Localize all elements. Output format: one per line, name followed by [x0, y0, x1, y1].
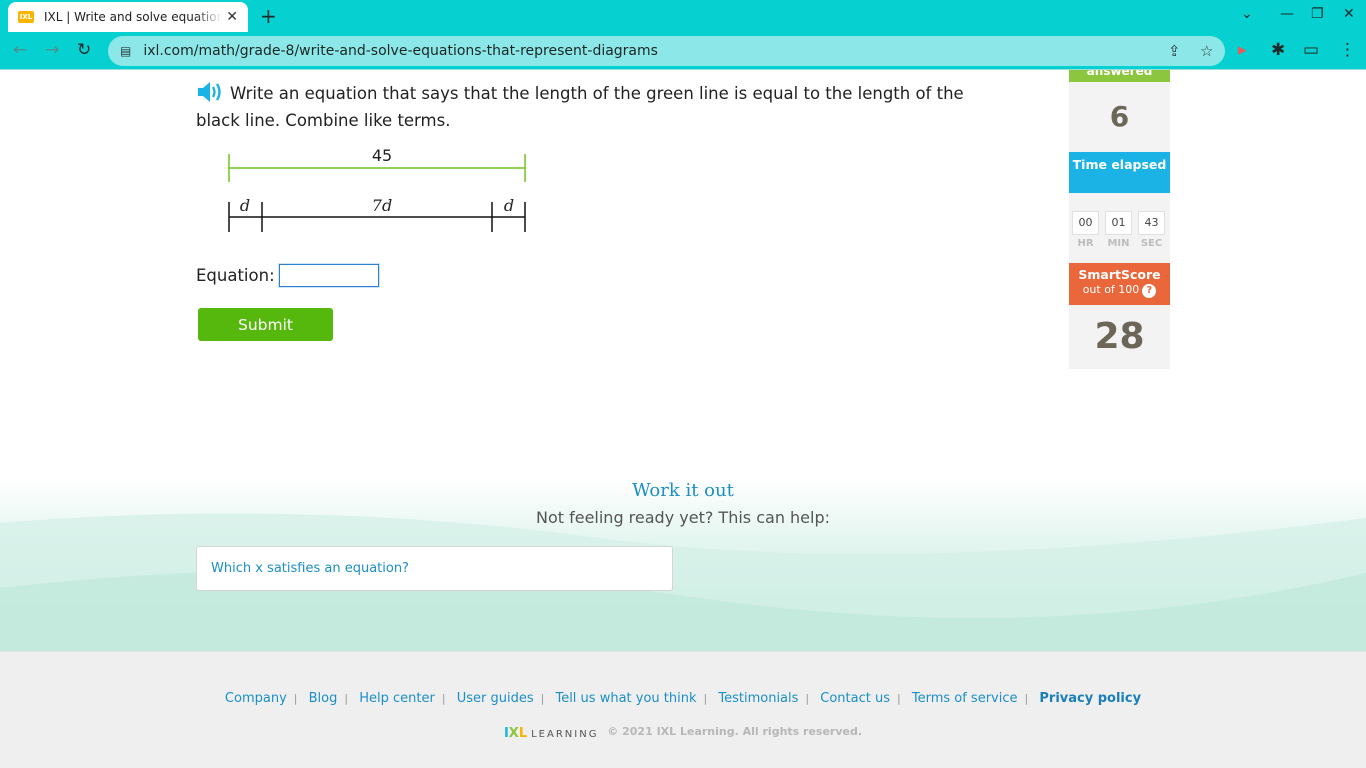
smartscore-title: SmartScore: [1078, 267, 1161, 282]
footer-link-testimonials[interactable]: Testimonials: [718, 691, 798, 706]
logo-learning-text: LEARNING: [531, 729, 599, 740]
footer-link-privacy[interactable]: Privacy policy: [1039, 691, 1141, 706]
segment-label: 7d: [372, 196, 392, 215]
time-elapsed-label: Time elapsed: [1072, 157, 1167, 172]
minimize-icon[interactable]: —: [1280, 6, 1294, 22]
segment-label: d: [240, 196, 250, 215]
smartscore-header: SmartScore out of 100?: [1069, 263, 1170, 305]
close-window-icon[interactable]: ✕: [1343, 6, 1355, 22]
timer-minutes-unit: MIN: [1107, 238, 1130, 249]
timer-hours: 00: [1072, 211, 1099, 235]
browser-tab-bar: IXL IXL | Write and solve equations that…: [0, 0, 1366, 32]
address-bar[interactable]: ▤ ixl.com/math/grade-8/write-and-solve-e…: [108, 36, 1225, 66]
timer-minutes: 01: [1105, 211, 1132, 235]
extensions-puzzle-icon[interactable]: ✱: [1271, 40, 1285, 60]
work-it-out-subtitle: Not feeling ready yet? This can help:: [535, 508, 831, 527]
timer-seconds: 43: [1138, 211, 1165, 235]
speaker-audio-icon[interactable]: [196, 81, 224, 103]
questions-answered-count: 6: [1069, 82, 1170, 152]
time-elapsed-header: Time elapsed: [1069, 152, 1170, 193]
tab-title: IXL | Write and solve equations that rep…: [44, 10, 222, 24]
footer-link-blog[interactable]: Blog: [309, 691, 338, 706]
equation-label: Equation:: [196, 266, 275, 285]
footer-link-terms[interactable]: Terms of service: [912, 691, 1018, 706]
timer: 00 01 43 HR MIN SEC: [1069, 193, 1170, 263]
reload-icon[interactable]: ↻: [77, 40, 91, 60]
footer-link-help-center[interactable]: Help center: [359, 691, 435, 706]
question-text: Write an equation that says that the len…: [196, 84, 964, 130]
restore-icon[interactable]: ❐: [1311, 6, 1324, 22]
forward-icon[interactable]: →: [45, 40, 59, 60]
chrome-menu-icon[interactable]: ⋮: [1339, 40, 1356, 60]
tab-close-icon[interactable]: ✕: [226, 9, 238, 25]
smartscore-value: 28: [1069, 305, 1170, 369]
help-lesson-link[interactable]: Which x satisfies an equation?: [196, 546, 673, 591]
extension-record-icon[interactable]: ▸: [1238, 40, 1247, 60]
ixl-favicon-icon: IXL: [18, 11, 34, 23]
help-icon[interactable]: ?: [1142, 284, 1157, 298]
browser-tab[interactable]: IXL IXL | Write and solve equations that…: [8, 2, 248, 32]
question-prompt: Write an equation that says that the len…: [196, 80, 976, 134]
segment-label: d: [504, 196, 514, 215]
bookmark-star-icon[interactable]: ☆: [1200, 42, 1213, 60]
work-it-out-title: Work it out: [632, 480, 734, 501]
ixl-learning-logo[interactable]: IXL LEARNING: [504, 726, 599, 741]
footer-link-user-guides[interactable]: User guides: [457, 691, 534, 706]
new-tab-icon[interactable]: +: [260, 4, 277, 28]
footer-link-contact[interactable]: Contact us: [820, 691, 890, 706]
line-diagram: 45 d 7d d: [228, 146, 526, 232]
smartscore-subtitle: out of 100: [1082, 283, 1140, 296]
cast-icon[interactable]: ▭: [1303, 40, 1319, 60]
share-icon[interactable]: ⇪: [1168, 42, 1181, 60]
submit-button[interactable]: Submit: [198, 308, 333, 341]
equation-input[interactable]: [279, 264, 379, 287]
browser-toolbar: ← → ↻ ▤ ixl.com/math/grade-8/write-and-s…: [0, 32, 1366, 70]
footer: Company | Blog | Help center | User guides |…: [0, 651, 1366, 768]
footer-link-company[interactable]: Company: [225, 691, 287, 706]
timer-hours-unit: HR: [1077, 238, 1094, 249]
site-info-icon[interactable]: ▤: [120, 44, 131, 58]
footer-link-feedback[interactable]: Tell us what you think: [555, 691, 696, 706]
green-line-label: 45: [372, 146, 392, 165]
timer-seconds-unit: SEC: [1140, 238, 1163, 249]
copyright-text: © 2021 IXL Learning. All rights reserved…: [607, 725, 863, 738]
questions-answered-header: answered: [1069, 70, 1170, 82]
back-icon[interactable]: ←: [13, 40, 27, 60]
tab-search-icon[interactable]: ⌄: [1241, 6, 1253, 22]
url-text: ixl.com/math/grade-8/write-and-solve-equ…: [143, 43, 658, 59]
footer-links: Company | Blog | Help center | User guides |…: [224, 691, 1142, 706]
copyright: IXL LEARNING © 2021 IXL Learning. All rig…: [0, 725, 1366, 741]
